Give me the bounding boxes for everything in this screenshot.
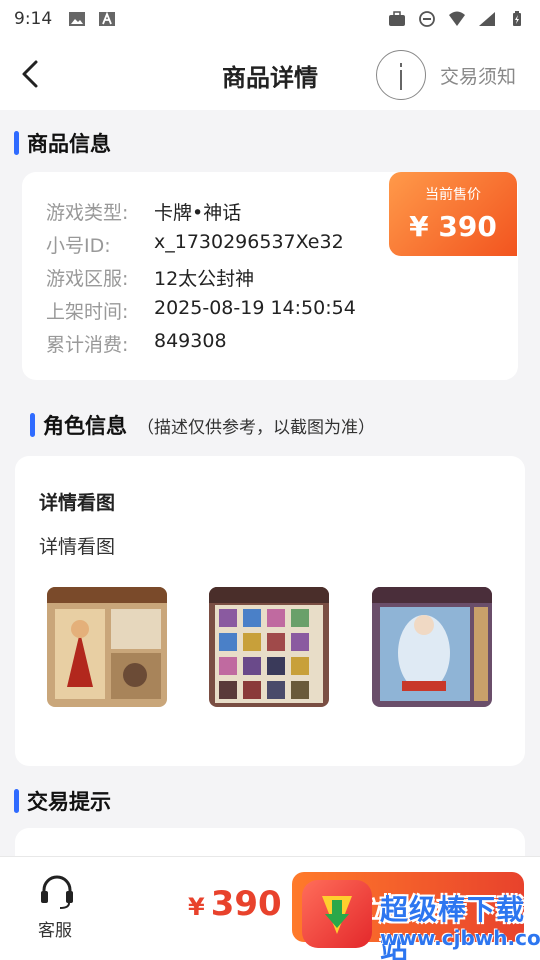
customer-service-icon[interactable] [38, 874, 76, 910]
info-row-total-spend: 累计消费: 849308 [46, 330, 227, 357]
wifi-icon [449, 11, 465, 26]
trade-tips-title: 交易提示 [27, 790, 111, 814]
watermark-url: www.cjbwh.com [380, 926, 540, 950]
bottom-price-value: 390 [210, 884, 282, 924]
do-not-disturb-icon [419, 11, 435, 27]
info-row-server: 游戏区服: 12太公封神 [46, 264, 254, 291]
info-row-key: 累计消费: [46, 334, 129, 356]
role-image-2 [209, 587, 329, 707]
role-card-title: 详情看图 [39, 492, 116, 514]
section-accent-bar [30, 413, 35, 437]
info-row-key: 小号ID: [46, 235, 111, 257]
role-card-text: 详情看图 [39, 536, 116, 558]
info-icon[interactable] [376, 50, 426, 100]
role-info-header: 角色信息 （描述仅供参考，以截图为准） [30, 410, 375, 440]
role-info-note: （描述仅供参考，以截图为准） [137, 417, 375, 438]
customer-service-label[interactable]: 客服 [38, 916, 72, 941]
status-bar: 9:14 [0, 0, 540, 38]
nav-bar: 商品详情 交易须知 [0, 38, 540, 110]
role-screenshot-1[interactable] [47, 587, 167, 707]
battery-icon [513, 11, 521, 26]
gallery-icon [69, 12, 86, 26]
info-row-game-type: 游戏类型: 卡牌•神话 [46, 198, 241, 225]
bottom-price-currency: ¥ [188, 893, 205, 921]
current-price-badge: 当前售价 ¥ 390 [389, 172, 517, 256]
info-row-value: 849308 [154, 330, 227, 352]
role-image-1 [47, 587, 167, 707]
bottom-price: ¥390 [188, 884, 282, 924]
info-row-key: 游戏类型: [46, 202, 129, 224]
role-screenshot-2[interactable] [209, 587, 329, 707]
product-info-header: 商品信息 [14, 128, 111, 158]
role-info-title: 角色信息 [43, 414, 127, 438]
section-accent-bar [14, 789, 19, 813]
info-row-value: 卡牌•神话 [154, 202, 242, 224]
role-image-3 [372, 587, 492, 707]
info-row-key: 上架时间: [46, 301, 129, 323]
section-accent-bar [14, 131, 19, 155]
info-row-value: 12太公封神 [154, 268, 255, 290]
info-row-account-id: 小号ID: x_1730296537Xe32 [46, 231, 344, 258]
signal-icon [479, 12, 495, 26]
status-time: 9:14 [14, 9, 53, 29]
info-row-value: 2025-08-19 14:50:54 [154, 297, 356, 319]
info-row-value: x_1730296537Xe32 [154, 231, 344, 253]
briefcase-icon [389, 11, 405, 26]
trade-notice-link[interactable]: 交易须知 [440, 62, 516, 89]
watermark-logo [302, 880, 372, 948]
info-row-listed-time: 上架时间: 2025-08-19 14:50:54 [46, 297, 356, 324]
current-price-value: ¥ 390 [409, 210, 497, 243]
font-app-icon [99, 11, 116, 26]
current-price-label: 当前售价 [425, 187, 481, 203]
trade-tips-header: 交易提示 [14, 786, 111, 816]
info-row-key: 游戏区服: [46, 268, 129, 290]
role-info-card: 详情看图 详情看图 [15, 456, 525, 766]
role-screenshot-3[interactable] [372, 587, 492, 707]
product-info-title: 商品信息 [27, 132, 111, 156]
download-arrow-icon [322, 896, 352, 934]
